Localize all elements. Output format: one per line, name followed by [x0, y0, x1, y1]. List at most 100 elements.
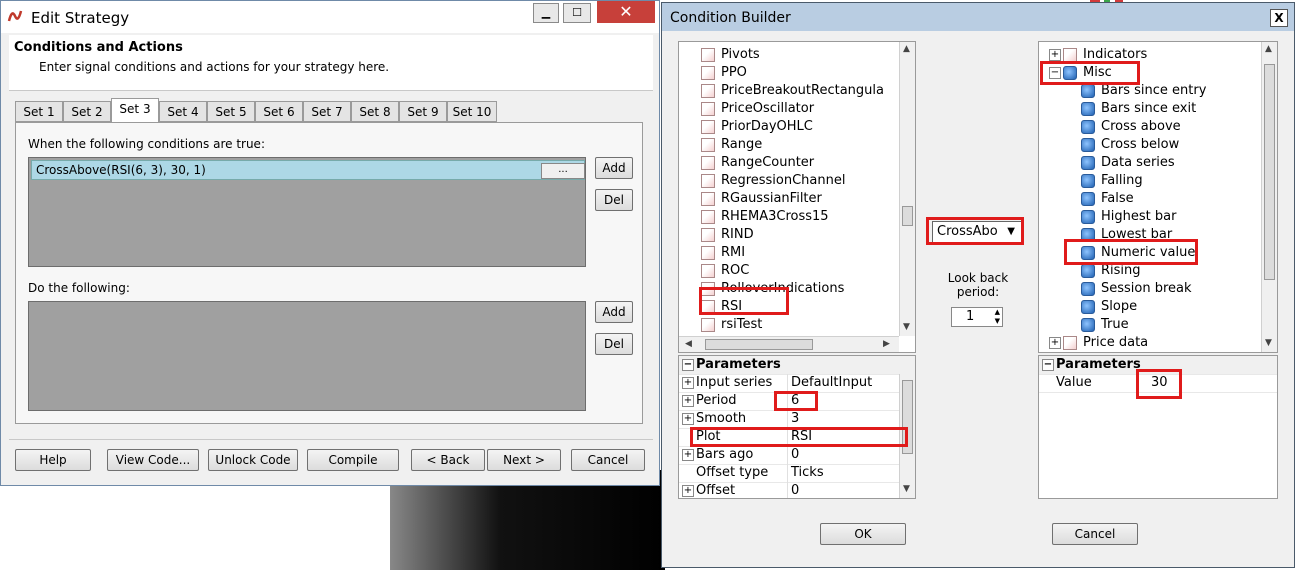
ok-button[interactable]: OK [820, 523, 906, 545]
tree-item[interactable]: ROC [701, 262, 749, 280]
scroll-thumb[interactable] [1264, 64, 1275, 280]
scroll-thumb[interactable] [902, 206, 913, 226]
tab-set-4[interactable]: Set 4 [159, 101, 207, 122]
cancel-button[interactable]: Cancel [1052, 523, 1138, 545]
maximize-button[interactable]: ☐ [563, 3, 591, 23]
cancel-button[interactable]: Cancel [571, 449, 645, 471]
indicator-chart-icon [701, 228, 715, 242]
tree-item[interactable]: RegressionChannel [701, 172, 845, 190]
tree-item[interactable]: Session break [1081, 280, 1192, 298]
scroll-right-arrow-icon[interactable]: ▶ [883, 339, 890, 349]
close-button[interactable]: X [1270, 9, 1288, 27]
tab-set-8[interactable]: Set 8 [351, 101, 399, 122]
delete-condition-button[interactable]: Del [595, 189, 633, 211]
tree-item[interactable]: Pivots [701, 46, 760, 64]
lookback-value[interactable]: 1 [966, 309, 974, 324]
tree-item[interactable]: Cross above [1081, 118, 1181, 136]
param-value[interactable]: 0 [791, 482, 799, 498]
header-panel: Conditions and Actions Enter signal cond… [9, 35, 653, 91]
tree-item[interactable]: RMI [701, 244, 745, 262]
tree-item[interactable]: Highest bar [1081, 208, 1176, 226]
actions-list[interactable] [28, 301, 586, 411]
param-row[interactable]: + Offset 0 [679, 482, 915, 498]
collapse-icon[interactable]: − [1042, 359, 1054, 371]
next-button[interactable]: Next > [487, 449, 561, 471]
stepper-arrows-icon[interactable]: ▲ ▼ [995, 308, 1000, 326]
param-name: Input series [696, 375, 773, 390]
minimize-button[interactable]: ▁ [533, 3, 559, 23]
conditions-list[interactable]: CrossAbove(RSI(6, 3), 30, 1) ... [28, 157, 586, 267]
param-name: Smooth [696, 411, 747, 426]
tree-item[interactable]: PPO [701, 64, 747, 82]
tree-item[interactable]: RIND [701, 226, 754, 244]
tab-set-10[interactable]: Set 10 [447, 101, 497, 122]
edit-condition-button[interactable]: ... [541, 163, 585, 179]
back-button[interactable]: < Back [411, 449, 485, 471]
tree-item[interactable]: True [1081, 316, 1129, 334]
indicator-chart-icon [701, 48, 715, 62]
scroll-up-arrow-icon[interactable]: ▲ [903, 44, 910, 54]
tree-item[interactable]: Bars since exit [1081, 100, 1196, 118]
highlight-misc [1040, 61, 1140, 85]
tree-item[interactable]: RangeCounter [701, 154, 814, 172]
help-button[interactable]: Help [15, 449, 91, 471]
tree-vertical-scrollbar[interactable]: ▲ ▼ [899, 42, 915, 336]
tree-item[interactable]: Range [701, 136, 762, 154]
close-button[interactable]: ✕ [597, 1, 655, 23]
tree-item[interactable]: RHEMA3Cross15 [701, 208, 829, 226]
tree-item[interactable]: PriceOscillator [701, 100, 814, 118]
collapse-icon[interactable]: − [682, 359, 694, 371]
tree-item[interactable]: Cross below [1081, 136, 1179, 154]
tree-vertical-scrollbar[interactable]: ▲ ▼ [1261, 42, 1277, 352]
expand-icon[interactable]: + [682, 377, 694, 389]
expand-icon[interactable]: + [1049, 337, 1061, 349]
header-subtitle: Enter signal conditions and actions for … [39, 60, 390, 74]
scroll-down-arrow-icon[interactable]: ▼ [903, 322, 910, 332]
param-value[interactable]: 3 [791, 410, 799, 428]
scroll-thumb[interactable] [705, 339, 813, 350]
tab-set-3[interactable]: Set 3 [111, 98, 159, 123]
add-condition-button[interactable]: Add [595, 157, 633, 179]
param-value[interactable]: Ticks [791, 464, 824, 482]
tree-item[interactable]: rsiTest [701, 316, 762, 334]
param-value[interactable]: DefaultInput [791, 374, 872, 392]
scroll-up-arrow-icon[interactable]: ▲ [1265, 44, 1272, 54]
tab-set-6[interactable]: Set 6 [255, 101, 303, 122]
tree-item[interactable]: Falling [1081, 172, 1143, 190]
window-title: Condition Builder [670, 10, 791, 26]
tree-item[interactable]: RGaussianFilter [701, 190, 822, 208]
lookback-stepper[interactable]: 1 ▲ ▼ [951, 307, 1003, 327]
tab-set-9[interactable]: Set 9 [399, 101, 447, 122]
expand-icon[interactable]: + [682, 413, 694, 425]
highlight-operator [926, 217, 1024, 245]
tree-item[interactable]: Data series [1081, 154, 1175, 172]
compile-button[interactable]: Compile [307, 449, 399, 471]
unlock-code-button[interactable]: Unlock Code [208, 449, 298, 471]
tree-item[interactable]: False [1081, 190, 1134, 208]
tree-horizontal-scrollbar[interactable]: ◀ ▶ [679, 336, 899, 352]
tab-set-1[interactable]: Set 1 [15, 101, 63, 122]
param-row[interactable]: Offset type Ticks [679, 464, 915, 483]
expand-icon[interactable]: + [682, 449, 694, 461]
delete-action-button[interactable]: Del [595, 333, 633, 355]
condition-row[interactable]: CrossAbove(RSI(6, 3), 30, 1) ... [31, 160, 585, 180]
expand-icon[interactable]: + [682, 395, 694, 407]
condition-type-tree[interactable]: + Indicators − Misc Bars since entry Bars sin… [1038, 41, 1278, 353]
param-row[interactable]: + Bars ago 0 [679, 446, 915, 465]
scroll-left-arrow-icon[interactable]: ◀ [685, 339, 692, 349]
tree-item[interactable]: Slope [1081, 298, 1137, 316]
tree-node-price-data[interactable]: + Price data [1049, 334, 1148, 352]
view-code-button[interactable]: View Code... [107, 449, 199, 471]
tree-item[interactable]: PriceBreakoutRectangula [701, 82, 884, 100]
scroll-down-arrow-icon[interactable]: ▼ [1265, 338, 1272, 348]
tab-set-5[interactable]: Set 5 [207, 101, 255, 122]
expand-icon[interactable]: + [682, 485, 694, 497]
param-value[interactable]: 0 [791, 446, 799, 464]
add-action-button[interactable]: Add [595, 301, 633, 323]
scroll-down-arrow-icon[interactable]: ▼ [903, 484, 910, 494]
tab-set-2[interactable]: Set 2 [63, 101, 111, 122]
expand-icon[interactable]: + [1049, 49, 1061, 61]
tree-item-label: True [1101, 317, 1129, 332]
tab-set-7[interactable]: Set 7 [303, 101, 351, 122]
tree-item[interactable]: PriorDayOHLC [701, 118, 813, 136]
